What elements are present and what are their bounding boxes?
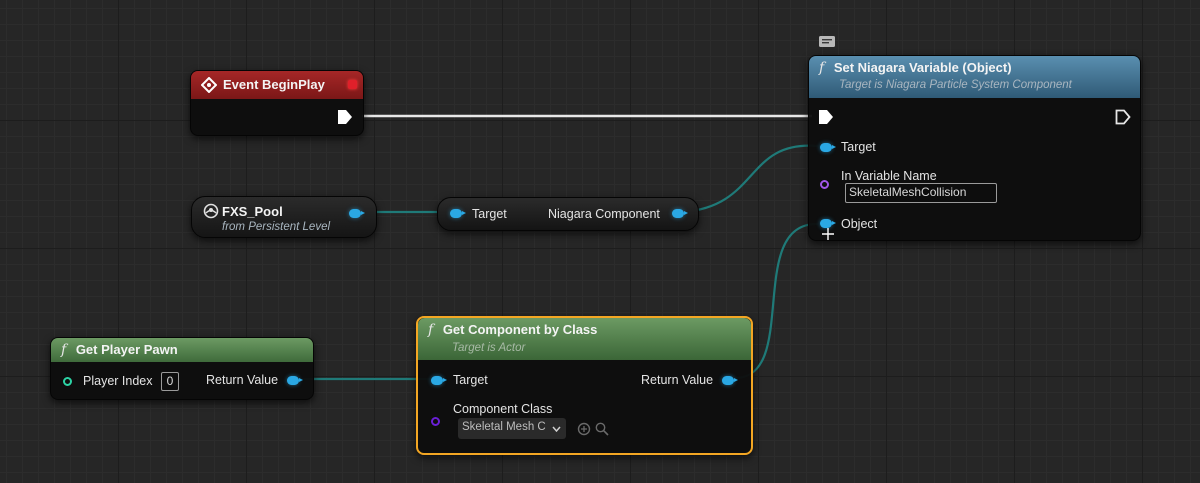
node-subtitle: Target is Niagara Particle System Compon… <box>839 79 1072 91</box>
get-player-pawn-node[interactable]: f Get Player Pawn Player Index 0 Return … <box>50 337 314 400</box>
return-value-label: Return Value <box>641 373 714 387</box>
component-class-input-pin[interactable] <box>431 417 440 426</box>
set-niagara-variable-node[interactable]: f Set Niagara Variable (Object) Target i… <box>808 55 1141 241</box>
delegate-pin-icon[interactable] <box>348 80 357 89</box>
event-diamond-icon <box>201 77 217 93</box>
return-value-output-pin[interactable] <box>287 376 303 385</box>
component-class-dropdown[interactable]: Skeletal Mesh C <box>458 418 566 439</box>
node-title: Event BeginPlay <box>223 77 325 92</box>
return-value-output-pin[interactable] <box>722 376 738 385</box>
variable-name: FXS_Pool <box>222 204 283 219</box>
object-input-pin[interactable] <box>820 219 836 228</box>
player-index-input-pin[interactable] <box>63 377 72 386</box>
node-header: f Get Player Pawn <box>51 338 313 362</box>
event-beginplay-node[interactable]: Event BeginPlay <box>190 70 364 136</box>
get-niagara-component-node[interactable]: Target Niagara Component <box>437 197 699 231</box>
node-subtitle: Target is Actor <box>452 342 526 354</box>
variable-output-pin[interactable] <box>349 209 365 218</box>
target-label: Target <box>453 373 488 387</box>
component-class-label: Component Class <box>453 402 553 416</box>
exec-out-pin[interactable] <box>337 109 353 125</box>
search-icon[interactable] <box>595 422 609 436</box>
node-header: f Get Component by Class Target is Actor <box>418 318 751 360</box>
target-input-pin[interactable] <box>820 143 836 152</box>
player-index-field[interactable]: 0 <box>161 372 179 391</box>
actor-reference-icon <box>203 203 219 219</box>
return-value-label: Return Value <box>206 373 279 387</box>
exec-out-pin[interactable] <box>1115 109 1131 125</box>
node-header: f Set Niagara Variable (Object) Target i… <box>809 56 1140 98</box>
object-label: Object <box>841 217 878 231</box>
target-input-pin[interactable] <box>450 209 466 218</box>
function-f-icon: f <box>819 60 825 76</box>
variable-source: from Persistent Level <box>222 221 331 233</box>
target-input-pin[interactable] <box>431 376 447 385</box>
node-header: Event BeginPlay <box>191 71 363 99</box>
variable-name-input-pin[interactable] <box>820 180 829 189</box>
player-index-label: Player Index <box>83 374 153 388</box>
function-f-icon: f <box>428 322 434 338</box>
component-class-value: Skeletal Mesh C <box>462 421 546 433</box>
target-label: Target <box>841 140 876 154</box>
fxs-pool-variable-node[interactable]: FXS_Pool from Persistent Level <box>191 196 377 238</box>
niagara-component-label: Niagara Component <box>548 207 660 221</box>
niagara-component-output-pin[interactable] <box>672 209 688 218</box>
exec-in-pin[interactable] <box>818 109 834 125</box>
get-component-by-class-node[interactable]: f Get Component by Class Target is Actor… <box>416 316 753 455</box>
node-title: Get Player Pawn <box>75 342 178 357</box>
comment-bubble-icon[interactable] <box>818 35 836 49</box>
target-label: Target <box>472 207 507 221</box>
node-title: Set Niagara Variable (Object) <box>833 60 1012 75</box>
wire-niagara-to-target[interactable] <box>682 144 819 214</box>
in-variable-name-label: In Variable Name <box>841 169 937 183</box>
move-cursor-icon <box>822 228 834 240</box>
blueprint-graph-canvas[interactable]: Event BeginPlay FXS_Pool from Persistent… <box>0 0 1200 483</box>
variable-name-field[interactable]: SkeletalMeshCollision <box>845 183 997 203</box>
function-f-icon: f <box>61 342 67 358</box>
node-title: Get Component by Class <box>442 322 598 337</box>
chevron-down-icon <box>552 426 561 432</box>
browse-asset-icon[interactable] <box>577 422 591 436</box>
